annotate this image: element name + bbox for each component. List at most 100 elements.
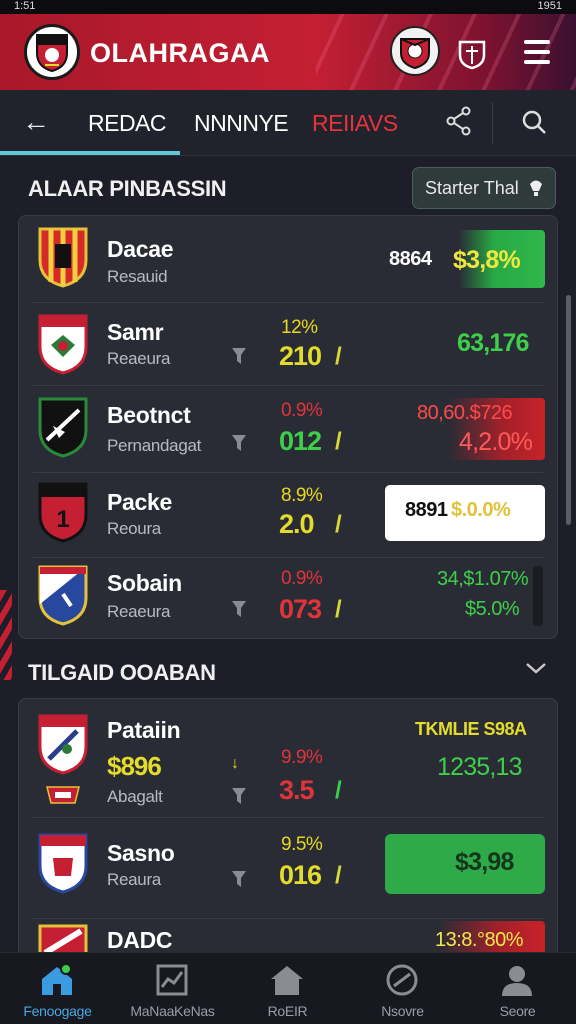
list-item[interactable]: 1 Packe Reoura 8.9% 2.0 / 8891 $.0.0% [19, 473, 559, 557]
score: 3.5 [279, 775, 315, 805]
team-crest-icon: 1 [38, 482, 88, 543]
list-item[interactable]: Sasno Reaura 9.5% 016 / $3,98 [19, 818, 559, 918]
list-item[interactable]: Dacae Resauid 8864 $3,8% [19, 216, 559, 302]
team-sub: Reoura [107, 519, 161, 538]
list-item[interactable]: Sobain Reaeura 0.9% 073 / 34,$1.07% $5.0… [19, 558, 559, 640]
profile-icon [502, 966, 532, 996]
menu-icon[interactable] [524, 40, 550, 64]
filter-icon[interactable] [231, 787, 247, 805]
list-item[interactable]: Beotnct Pernandagat 0.9% 012 / 80,60.$72… [19, 386, 559, 472]
trend-slash: / [335, 862, 342, 889]
chart-icon [156, 964, 188, 996]
small-badge-icon [46, 786, 80, 804]
percent: 0.9% [281, 568, 323, 589]
nav-label: RoEIR [267, 1003, 308, 1019]
back-arrow-icon[interactable]: ← [22, 108, 50, 136]
arrow-down-icon: ↓ [231, 755, 239, 772]
filter-icon[interactable] [231, 870, 247, 888]
nav-club[interactable]: RoEIR [230, 953, 345, 1024]
share-icon[interactable] [446, 106, 472, 141]
team-crest-icon [38, 227, 88, 288]
nav-profile[interactable]: Seore [460, 953, 575, 1024]
team-crest-icon [38, 565, 88, 626]
trend-slash: / [335, 511, 342, 538]
chevron-down-icon[interactable] [524, 660, 548, 676]
trend-slash: / [335, 343, 342, 370]
trend-slash: / [335, 777, 342, 804]
filter-icon[interactable] [231, 434, 247, 452]
tab-reiiavs[interactable]: REIIAVS [312, 110, 398, 137]
status-bar: 1:51 1951 [0, 0, 576, 14]
price: $896 [107, 751, 162, 781]
app-header: OLAHRAGAA [0, 14, 576, 90]
nav-home[interactable]: Fenoogage [0, 953, 115, 1024]
row-edge [533, 566, 543, 626]
status-time: 1:51 [14, 0, 36, 12]
value: 1235,13 [437, 753, 523, 781]
trend-slash: / [335, 596, 342, 623]
list-item[interactable]: Samr Reaeura 12% 210 / 63,176 [19, 303, 559, 385]
nav-label: Fenoogage [23, 1003, 92, 1019]
tab-bar: ← REDAC NNNNYE REIIAVS [0, 90, 576, 156]
team-crest-icon [38, 833, 88, 894]
score: 016 [279, 860, 322, 890]
ball-icon [386, 964, 418, 996]
team-name: Packe [107, 489, 173, 515]
team-name: Pataiin [107, 717, 181, 743]
nav-label: Seore [499, 1003, 536, 1019]
search-icon[interactable] [520, 108, 548, 141]
section-title-2: TILGAID OOABAN [28, 660, 216, 685]
bottom-nav: Fenoogage MaNaaKeNas RoEIR Nsovre Seore [0, 952, 576, 1024]
filter-button[interactable]: Starter Thal [412, 167, 556, 209]
shield-icon[interactable] [452, 34, 492, 74]
club-badge-icon[interactable] [390, 26, 440, 76]
team-sub: Reaeura [107, 349, 171, 368]
trend-slash: / [335, 428, 342, 455]
team-sub: Reaeura [107, 602, 171, 621]
percent: 8.9% [281, 485, 323, 506]
value: $.0.0% [451, 499, 511, 521]
filter-icon[interactable] [231, 347, 247, 365]
nav-label: MaNaaKeNas [130, 1003, 215, 1019]
nav-match[interactable]: Nsovre [345, 953, 460, 1024]
featured-card: Pataiin $896 Abagalt ↓ 9.9% 3.5 / TKMLIE… [18, 698, 558, 960]
nav-label: Nsovre [381, 1003, 424, 1019]
value-secondary: 4,2.0% [459, 428, 533, 456]
score: 2.0 [279, 509, 315, 539]
team-name: Sasno [107, 840, 175, 866]
tab-separator [492, 102, 493, 144]
change: $3,8% [453, 246, 521, 274]
score: 073 [279, 594, 322, 624]
app-logo[interactable] [24, 24, 80, 80]
team-name: Samr [107, 319, 164, 345]
nav-stats[interactable]: MaNaaKeNas [115, 953, 230, 1024]
bulb-icon [530, 180, 542, 196]
team-sub: Resauid [107, 267, 168, 286]
team-sub: Pernandagat [107, 436, 202, 455]
list-item[interactable]: Pataiin $896 Abagalt ↓ 9.9% 3.5 / TKMLIE… [19, 699, 559, 817]
tab-active-indicator [0, 151, 180, 155]
percent: 0.9% [281, 400, 323, 421]
value-secondary: $5.0% [465, 598, 520, 620]
team-crest-icon [38, 714, 88, 775]
value: 63,176 [457, 329, 529, 357]
score: 012 [279, 426, 322, 456]
percent: 9.9% [281, 747, 323, 768]
decorative-stripe [0, 590, 12, 680]
house-icon [271, 966, 303, 995]
percent: 12% [281, 317, 318, 338]
value: $3,98 [455, 848, 514, 876]
value: 80,60.$726 [417, 402, 513, 424]
app-title: OLAHRAGAA [90, 38, 270, 68]
filter-icon[interactable] [231, 600, 247, 618]
team-name: DADC [107, 927, 173, 953]
team-name: Beotnct [107, 402, 191, 428]
value: 34,$1.07% [437, 568, 529, 590]
value: 13:8.°80% [435, 929, 524, 951]
tab-redac[interactable]: REDAC [88, 110, 167, 137]
team-name: Dacae [107, 236, 174, 262]
status-battery: 1951 [537, 0, 562, 12]
scrollbar[interactable] [566, 295, 571, 525]
score: 210 [279, 341, 322, 371]
tab-nnnnye[interactable]: NNNNYE [194, 110, 289, 137]
